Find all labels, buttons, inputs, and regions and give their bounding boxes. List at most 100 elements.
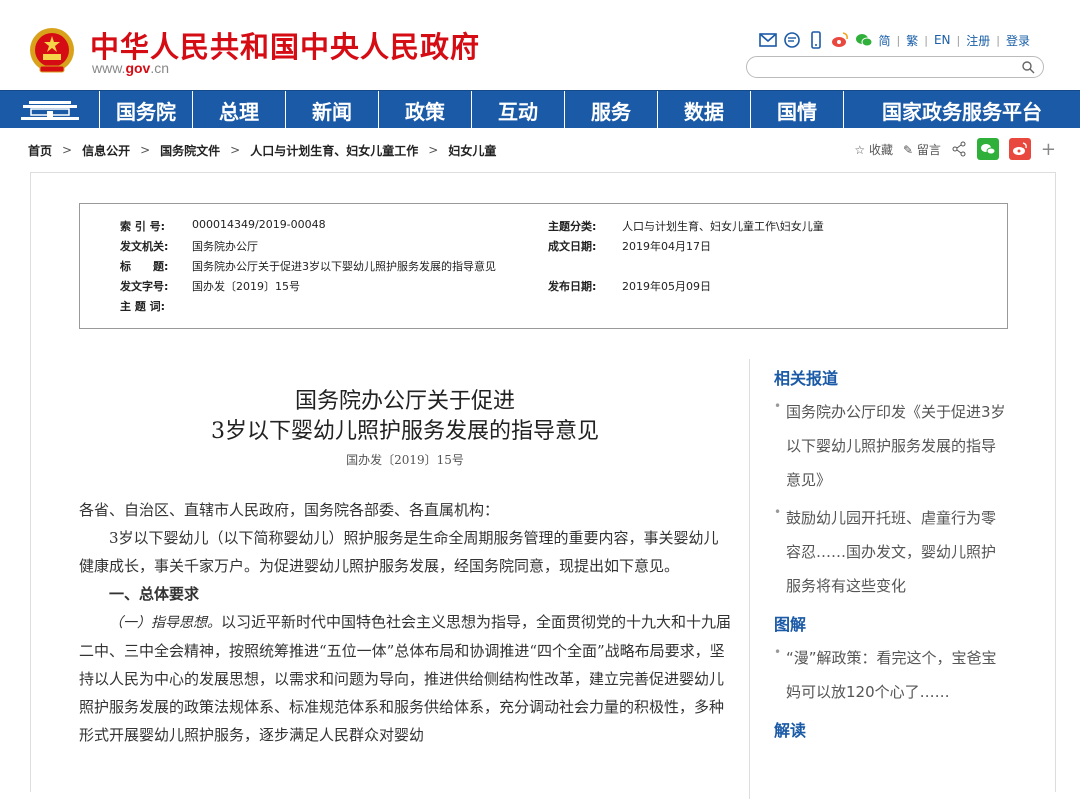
nav-news[interactable]: 新闻 bbox=[286, 91, 379, 129]
article-title: 国务院办公厅关于促进 3岁以下婴幼儿照护服务发展的指导意见 bbox=[79, 387, 731, 447]
meta-created-label: 成文日期: bbox=[548, 240, 597, 253]
share-tools: ☆ 收藏 ✎ 留言 + bbox=[854, 138, 1056, 160]
comment-label: 留言 bbox=[916, 142, 941, 157]
meta-topic-value: 人口与计划生育、妇女儿童工作\妇女儿童 bbox=[622, 220, 824, 233]
site-url-suffix: .cn bbox=[150, 60, 170, 76]
meta-published-value: 2019年05月09日 bbox=[622, 280, 711, 293]
favorite-button[interactable]: ☆ 收藏 bbox=[854, 141, 893, 158]
national-emblem-icon[interactable] bbox=[28, 26, 76, 76]
breadcrumb-separator: > bbox=[62, 143, 73, 157]
weibo-icon bbox=[1012, 142, 1027, 155]
nav-data[interactable]: 数据 bbox=[658, 91, 751, 129]
weibo-icon[interactable] bbox=[831, 31, 849, 49]
article-title-line-1: 国务院办公厅关于促进 bbox=[294, 389, 515, 414]
list-item[interactable]: 鼓励幼儿园开托班、虐童行为零容忍……国办发文，婴幼儿照护服务将有这些变化 bbox=[774, 495, 1009, 603]
list-item[interactable]: 国务院办公厅印发《关于促进3岁以下婴幼儿照护服务发展的指导意见》 bbox=[774, 389, 1009, 497]
article-paragraph: （一）指导思想。以习近平新时代中国特色社会主义思想为指导，全面贯彻党的十九大和十… bbox=[79, 608, 731, 749]
meta-docno-label: 发文字号: bbox=[120, 280, 169, 293]
mail-icon[interactable] bbox=[758, 31, 777, 49]
top-link-separator: | bbox=[996, 33, 1000, 47]
favorite-label: 收藏 bbox=[868, 142, 893, 157]
meta-index-label: 索 引 号: bbox=[120, 220, 166, 233]
mobile-icon[interactable] bbox=[807, 31, 825, 49]
top-link-separator: | bbox=[896, 33, 901, 47]
article-body: 各省、自治区、直辖市人民政府，国务院各部委、各直属机构： 3岁以下婴幼儿（以下简… bbox=[79, 496, 731, 749]
meta-keywords-label: 主 题 词: bbox=[120, 300, 166, 313]
wechat-icon bbox=[980, 144, 996, 155]
breadcrumb-separator: > bbox=[140, 143, 151, 157]
meta-row: 索 引 号: 000014349/2019-00048 主题分类: 人口与计划生… bbox=[120, 218, 1007, 238]
site-header: 中华人民共和国中央人民政府 www.gov.cn 简 | 繁 | EN | 注册… bbox=[0, 0, 1080, 90]
breadcrumb-home[interactable]: 首页 bbox=[28, 142, 52, 159]
article-subheading: （一）指导思想。 bbox=[109, 615, 221, 631]
nav-gov-service-platform[interactable]: 国家政务服务平台 bbox=[844, 91, 1080, 129]
top-link-separator: | bbox=[924, 33, 928, 47]
related-reports-list: 国务院办公厅印发《关于促进3岁以下婴幼儿照护服务发展的指导意见》 鼓励幼儿园开托… bbox=[774, 389, 1009, 603]
meta-docno-value: 国办发〔2019〕15号 bbox=[192, 280, 300, 293]
meta-title-value: 国务院办公厅关于促进3岁以下婴幼儿照护服务发展的指导意见 bbox=[192, 260, 496, 273]
lang-simplified[interactable]: 简 bbox=[879, 32, 891, 49]
nav-interaction[interactable]: 互动 bbox=[472, 91, 565, 129]
graphics-heading: 图解 bbox=[774, 615, 807, 634]
nav-state-council[interactable]: 国务院 bbox=[100, 91, 193, 129]
search-icon[interactable] bbox=[1021, 60, 1035, 74]
meta-row: 主 题 词: bbox=[120, 298, 1007, 318]
top-links: 简 | 繁 | EN | 注册 | 登录 bbox=[758, 30, 1030, 50]
tiananmen-icon bbox=[20, 101, 79, 120]
nav-premier[interactable]: 总理 bbox=[193, 91, 286, 129]
meta-created-value: 2019年04月17日 bbox=[622, 240, 711, 253]
nav-policies[interactable]: 政策 bbox=[379, 91, 472, 129]
site-url-prefix: www. bbox=[92, 60, 126, 76]
share-wechat-button[interactable] bbox=[976, 138, 999, 160]
breadcrumb-separator: > bbox=[230, 143, 241, 157]
article-paragraph-text: 以习近平新时代中国特色社会主义思想为指导，全面贯彻党的十九大和十九届二中、三中全… bbox=[79, 613, 732, 744]
meta-row: 标 题: 国务院办公厅关于促进3岁以下婴幼儿照护服务发展的指导意见 bbox=[120, 258, 1007, 278]
wechat-icon[interactable] bbox=[855, 31, 873, 49]
nav-home[interactable] bbox=[0, 91, 100, 129]
more-share-icon[interactable]: + bbox=[1041, 139, 1056, 160]
article: 国务院办公厅关于促进 3岁以下婴幼儿照护服务发展的指导意见 国办发〔2019〕1… bbox=[79, 379, 731, 749]
top-link-separator: | bbox=[956, 33, 961, 47]
sidebar: 相关报道 国务院办公厅印发《关于促进3岁以下婴幼儿照护服务发展的指导意见》 鼓励… bbox=[749, 359, 1009, 799]
article-paragraph: 3岁以下婴幼儿（以下简称婴幼儿）照护服务是生命全周期服务管理的重要内容，事关婴幼… bbox=[79, 529, 719, 575]
search-box bbox=[746, 56, 1044, 78]
lang-traditional[interactable]: 繁 bbox=[906, 32, 918, 49]
register-link[interactable]: 注册 bbox=[966, 32, 990, 49]
breadcrumb-separator: > bbox=[428, 143, 439, 157]
article-heading: 一、总体要求 bbox=[109, 585, 200, 603]
site-url[interactable]: www.gov.cn bbox=[92, 60, 169, 76]
meta-title-label: 标 题: bbox=[120, 260, 169, 273]
list-item[interactable]: “漫”解政策：看完这个，宝爸宝妈可以放120个心了…… bbox=[774, 635, 1009, 709]
message-icon[interactable] bbox=[783, 31, 801, 49]
breadcrumb-women-children[interactable]: 妇女儿童 bbox=[448, 142, 496, 159]
breadcrumb-state-council-docs[interactable]: 国务院文件 bbox=[160, 142, 220, 159]
nav-services[interactable]: 服务 bbox=[565, 91, 658, 129]
main-nav: 国务院 总理 新闻 政策 互动 服务 数据 国情 国家政务服务平台 bbox=[0, 90, 1080, 129]
nav-national-info[interactable]: 国情 bbox=[751, 91, 844, 129]
related-reports-heading: 相关报道 bbox=[774, 369, 839, 388]
share-weibo-button[interactable] bbox=[1008, 138, 1031, 160]
meta-published-label: 发布日期: bbox=[548, 280, 597, 293]
pen-icon: ✎ bbox=[903, 142, 914, 157]
star-icon: ☆ bbox=[854, 142, 866, 157]
breadcrumb: 首页 > 信息公开 > 国务院文件 > 人口与计划生育、妇女儿童工作 > 妇女儿… bbox=[0, 128, 1080, 172]
search-input[interactable] bbox=[757, 58, 1017, 78]
login-link[interactable]: 登录 bbox=[1006, 32, 1030, 49]
breadcrumb-population-category[interactable]: 人口与计划生育、妇女儿童工作 bbox=[250, 142, 418, 159]
graphics-list: “漫”解政策：看完这个，宝爸宝妈可以放120个心了…… bbox=[774, 635, 1009, 709]
meta-topic-label: 主题分类: bbox=[548, 220, 597, 233]
article-salutation: 各省、自治区、直辖市人民政府，国务院各部委、各直属机构： bbox=[79, 501, 500, 519]
meta-row: 发文字号: 国办发〔2019〕15号 发布日期: 2019年05月09日 bbox=[120, 278, 1007, 298]
article-doc-number: 国办发〔2019〕15号 bbox=[346, 453, 464, 467]
lang-english[interactable]: EN bbox=[934, 33, 951, 47]
share-icon[interactable] bbox=[951, 141, 967, 157]
meta-index-value: 000014349/2019-00048 bbox=[192, 218, 326, 231]
site-url-domain: gov bbox=[125, 60, 151, 76]
breadcrumb-info-disclosure[interactable]: 信息公开 bbox=[82, 142, 130, 159]
meta-issuer-value: 国务院办公厅 bbox=[192, 240, 258, 253]
article-title-line-2: 3岁以下婴幼儿照护服务发展的指导意见 bbox=[211, 419, 599, 444]
meta-issuer-label: 发文机关: bbox=[120, 240, 169, 253]
interpretation-heading: 解读 bbox=[774, 721, 807, 740]
content-area: 索 引 号: 000014349/2019-00048 主题分类: 人口与计划生… bbox=[30, 172, 1056, 799]
comment-button[interactable]: ✎ 留言 bbox=[903, 141, 941, 158]
